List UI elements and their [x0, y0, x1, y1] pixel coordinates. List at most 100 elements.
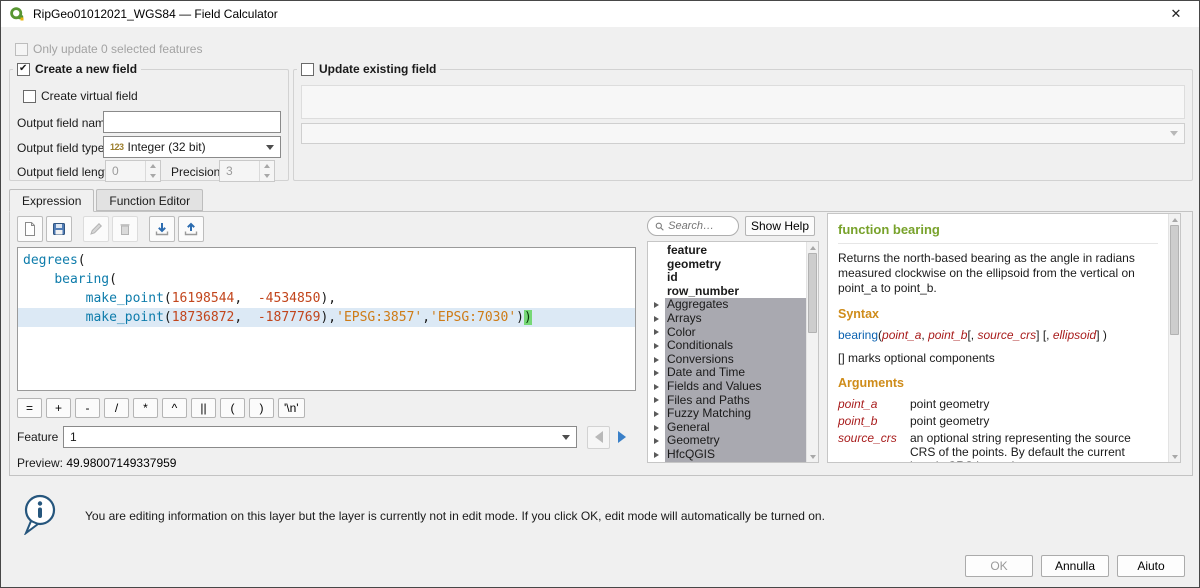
- function-group-item[interactable]: Conditionals: [648, 339, 806, 353]
- syntax-token: point_a: [882, 328, 921, 342]
- operator-button[interactable]: ^: [162, 398, 187, 418]
- operator-button[interactable]: (: [220, 398, 245, 418]
- new-expression-button[interactable]: [17, 216, 43, 242]
- create-virtual-field-checkbox[interactable]: Create virtual field: [19, 89, 142, 103]
- function-group-item[interactable]: Geometry: [648, 434, 806, 448]
- operator-button[interactable]: *: [133, 398, 158, 418]
- function-list-item[interactable]: geometry: [648, 258, 806, 272]
- argument-description: an optional string representing the sour…: [910, 431, 1158, 462]
- syntax-line: bearing(point_a, point_b[, source_crs] […: [838, 328, 1158, 342]
- code-token: ,: [234, 310, 257, 325]
- function-list-scrollbar[interactable]: [806, 242, 818, 462]
- output-field-length-spinner[interactable]: 0: [105, 160, 161, 182]
- function-group-item[interactable]: General: [648, 421, 806, 435]
- function-list-item[interactable]: feature: [648, 244, 806, 258]
- syntax-token: ] ): [1096, 328, 1107, 342]
- code-token: -4534850: [258, 291, 321, 306]
- search-input[interactable]: [668, 220, 731, 232]
- code-line[interactable]: make_point(16198544, -4534850),: [18, 289, 635, 308]
- function-group-item[interactable]: Fuzzy Matching: [648, 407, 806, 421]
- next-feature-button[interactable]: [610, 426, 633, 449]
- function-group-item[interactable]: Arrays: [648, 312, 806, 326]
- feature-combobox[interactable]: 1: [63, 426, 577, 448]
- precision-spinner[interactable]: 3: [219, 160, 275, 182]
- function-group-item[interactable]: Fields and Values: [648, 380, 806, 394]
- operator-button[interactable]: ): [249, 398, 274, 418]
- tab-expression[interactable]: Expression: [9, 189, 94, 212]
- argument-row: point_apoint geometry: [838, 397, 1158, 411]
- export-expression-button[interactable]: [178, 216, 204, 242]
- update-existing-field-checkbox[interactable]: Update existing field: [297, 62, 440, 76]
- spinner-buttons[interactable]: [145, 161, 160, 181]
- operator-button[interactable]: ||: [191, 398, 216, 418]
- code-token: make_point: [86, 310, 164, 325]
- code-token: (: [164, 291, 172, 306]
- group-name: Files and Paths: [665, 394, 806, 408]
- spinner-buttons[interactable]: [259, 161, 274, 181]
- operator-button[interactable]: '\n': [278, 398, 305, 418]
- function-group-item[interactable]: HfcQGIS: [648, 448, 806, 462]
- code-line[interactable]: degrees(: [18, 251, 635, 270]
- operator-bar: =+-/*^||()'\n': [17, 398, 305, 418]
- help-button[interactable]: Aiuto: [1117, 555, 1185, 577]
- function-list-item[interactable]: id: [648, 271, 806, 285]
- expand-arrow-icon: [648, 384, 665, 390]
- scrollbar-up-button[interactable]: [807, 242, 818, 253]
- edit-expression-button[interactable]: [83, 216, 109, 242]
- function-group-item[interactable]: Aggregates: [648, 298, 806, 312]
- function-group-item[interactable]: Date and Time: [648, 366, 806, 380]
- function-search-box[interactable]: [647, 216, 739, 236]
- ok-button[interactable]: OK: [965, 555, 1033, 577]
- function-group-item[interactable]: Color: [648, 326, 806, 340]
- operator-button[interactable]: -: [75, 398, 100, 418]
- operator-button[interactable]: +: [46, 398, 71, 418]
- code-token: make_point: [86, 291, 164, 306]
- chevron-down-icon: [266, 145, 274, 150]
- code-token: ,: [422, 310, 430, 325]
- window-title: RipGeo01012021_WGS84 — Field Calculator: [33, 7, 278, 21]
- show-help-button[interactable]: Show Help: [745, 216, 815, 236]
- output-field-type-combobox[interactable]: 123 Integer (32 bit): [103, 136, 281, 158]
- code-line[interactable]: make_point(18736872, -1877769),'EPSG:385…: [18, 308, 635, 327]
- function-group-item[interactable]: Conversions: [648, 353, 806, 367]
- output-field-name-input[interactable]: [103, 111, 281, 133]
- import-expression-button[interactable]: [149, 216, 175, 242]
- cancel-button[interactable]: Annulla: [1041, 555, 1109, 577]
- scrollbar-down-button[interactable]: [1169, 451, 1180, 462]
- save-expression-button[interactable]: [46, 216, 72, 242]
- feature-label: Feature: [17, 430, 63, 444]
- syntax-token: bearing: [838, 328, 878, 342]
- group-name: Color: [665, 326, 806, 340]
- tab-function-editor[interactable]: Function Editor: [96, 189, 203, 211]
- operator-button[interactable]: /: [104, 398, 129, 418]
- function-rows: featuregeometryidrow_numberAggregatesArr…: [648, 242, 806, 462]
- operator-button[interactable]: =: [17, 398, 42, 418]
- argument-description: point geometry: [910, 414, 1158, 428]
- import-down-arrow-icon: [154, 221, 170, 237]
- spin-down-icon: [264, 174, 270, 178]
- function-list-item[interactable]: row_number: [648, 285, 806, 299]
- scroll-down-icon: [810, 455, 816, 459]
- code-line[interactable]: bearing(: [18, 270, 635, 289]
- expand-arrow-icon: [648, 302, 665, 308]
- create-new-field-checkbox[interactable]: Create a new field: [13, 62, 141, 76]
- help-panel-scrollbar[interactable]: [1168, 214, 1180, 462]
- code-token: (: [109, 272, 117, 287]
- expand-arrow-icon: [648, 316, 665, 322]
- delete-expression-button[interactable]: [112, 216, 138, 242]
- scrollbar-track[interactable]: [1169, 225, 1180, 451]
- only-update-checkbox[interactable]: Only update 0 selected features: [11, 42, 206, 56]
- scrollbar-thumb[interactable]: [808, 253, 817, 333]
- scrollbar-down-button[interactable]: [807, 451, 818, 462]
- previous-feature-button[interactable]: [587, 426, 610, 449]
- optional-note: [] marks optional components: [838, 351, 1158, 365]
- close-button[interactable]: ✕: [1161, 2, 1191, 26]
- tab-bar: Expression Function Editor: [9, 189, 205, 212]
- expression-editor[interactable]: degrees( bearing( make_point(16198544, -…: [17, 247, 636, 391]
- scrollbar-up-button[interactable]: [1169, 214, 1180, 225]
- scrollbar-thumb[interactable]: [1170, 225, 1179, 335]
- scrollbar-track[interactable]: [807, 253, 818, 451]
- function-help-panel: function bearing Returns the north-based…: [827, 213, 1181, 463]
- new-file-icon: [22, 221, 38, 237]
- function-group-item[interactable]: Files and Paths: [648, 394, 806, 408]
